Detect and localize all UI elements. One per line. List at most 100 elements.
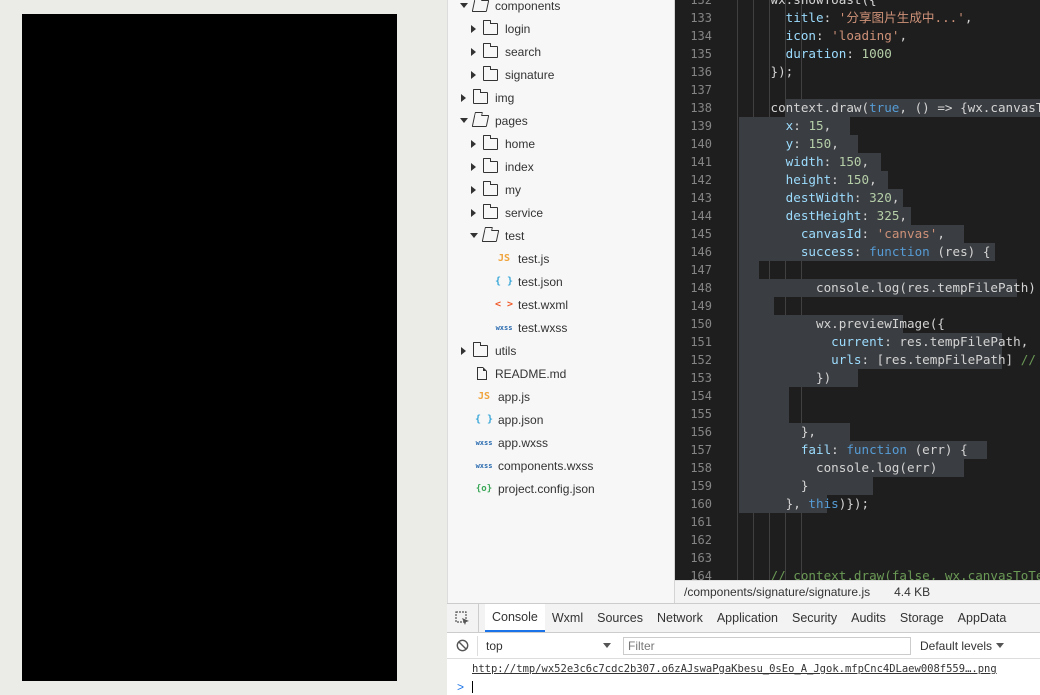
line-number: 138 bbox=[690, 101, 712, 115]
chevron-right-icon[interactable] bbox=[459, 93, 468, 102]
tree-file[interactable]: {o} project.config.json bbox=[448, 477, 674, 500]
code-editor[interactable]: 132 wx.showToast({133 title: '分享图片生成中...… bbox=[675, 0, 1040, 580]
file-path: /components/signature/signature.js bbox=[684, 585, 871, 599]
code-text: wx.previewImage({ bbox=[725, 316, 945, 331]
tree-item-label: test.json bbox=[518, 274, 563, 289]
tree-item-label: test.wxss bbox=[518, 320, 568, 335]
tree-folder-utils[interactable]: utils bbox=[448, 339, 674, 362]
temp-file-link[interactable]: http://tmp/wx52e3c6c7cdc2b307.o6zAJswaPg… bbox=[472, 663, 997, 675]
chevron-right-icon[interactable] bbox=[469, 139, 478, 148]
tree-folder-pages[interactable]: pages bbox=[448, 109, 674, 132]
line-number: 141 bbox=[690, 155, 712, 169]
line-number: 139 bbox=[690, 119, 712, 133]
chevron-down-icon[interactable] bbox=[459, 116, 468, 125]
chevron-down-icon[interactable] bbox=[459, 1, 468, 10]
simulator-screen[interactable] bbox=[22, 14, 397, 681]
tab-storage[interactable]: Storage bbox=[893, 604, 951, 632]
tree-folder-signature[interactable]: signature bbox=[448, 63, 674, 86]
document-icon bbox=[477, 367, 487, 380]
code-text: success: function (res) { bbox=[800, 244, 991, 259]
chevron-down-icon bbox=[996, 643, 1005, 648]
code-text: console.log(res.tempFilePath) bbox=[725, 280, 1036, 295]
editor-status-bar: /components/signature/signature.js 4.4 K… bbox=[675, 580, 1040, 603]
context-select[interactable]: top bbox=[477, 635, 617, 656]
code-line: 139 x: 15, bbox=[675, 117, 1040, 135]
tree-folder-index[interactable]: index bbox=[448, 155, 674, 178]
tab-application[interactable]: Application bbox=[710, 604, 785, 632]
code-text: canvasId: 'canvas', bbox=[800, 226, 945, 241]
tree-folder-login[interactable]: login bbox=[448, 17, 674, 40]
tree-item-label: img bbox=[495, 90, 515, 105]
line-number: 140 bbox=[690, 137, 712, 151]
tree-file[interactable]: README.md bbox=[448, 362, 674, 385]
tree-item-label: app.json bbox=[498, 412, 544, 427]
tree-file[interactable]: wxss test.wxss bbox=[448, 316, 674, 339]
code-line: 159 } bbox=[675, 477, 1040, 495]
tab-audits[interactable]: Audits bbox=[844, 604, 893, 632]
line-number: 158 bbox=[690, 461, 712, 475]
tab-console[interactable]: Console bbox=[485, 604, 545, 632]
code-text: height: 150, bbox=[785, 172, 877, 187]
line-number: 160 bbox=[690, 497, 712, 511]
code-line: 162 bbox=[675, 531, 1040, 549]
code-line: 144 destHeight: 325, bbox=[675, 207, 1040, 225]
text-cursor bbox=[472, 681, 474, 693]
code-line: 146 success: function (res) { bbox=[675, 243, 1040, 261]
filter-input[interactable] bbox=[623, 636, 911, 655]
tree-folder-img[interactable]: img bbox=[448, 86, 674, 109]
tree-file[interactable]: wxss components.wxss bbox=[448, 454, 674, 477]
tree-file[interactable]: JS app.js bbox=[448, 385, 674, 408]
clear-console-icon[interactable] bbox=[447, 639, 477, 652]
line-number: 136 bbox=[690, 65, 712, 79]
inspect-element-icon[interactable] bbox=[447, 604, 479, 632]
tree-folder-my[interactable]: my bbox=[448, 178, 674, 201]
tab-network[interactable]: Network bbox=[650, 604, 710, 632]
tab-security[interactable]: Security bbox=[785, 604, 844, 632]
chevron-right-icon[interactable] bbox=[469, 70, 478, 79]
code-text: }); bbox=[725, 64, 794, 79]
code-line: 163 bbox=[675, 549, 1040, 567]
chevron-right-icon[interactable] bbox=[469, 162, 478, 171]
tree-file[interactable]: < > test.wxml bbox=[448, 293, 674, 316]
log-levels-value: Default levels bbox=[920, 638, 993, 653]
code-line: 142 height: 150, bbox=[675, 171, 1040, 189]
line-number: 163 bbox=[690, 551, 712, 565]
tab-sources[interactable]: Sources bbox=[590, 604, 650, 632]
line-number: 142 bbox=[690, 173, 712, 187]
code-text: // context.draw(false, wx.canvasToTempFi… bbox=[770, 568, 1040, 580]
tree-folder-service[interactable]: service bbox=[448, 201, 674, 224]
tab-appdata[interactable]: AppData bbox=[951, 604, 1014, 632]
code-line: 149 bbox=[675, 297, 1040, 315]
log-levels-select[interactable]: Default levels bbox=[920, 638, 1005, 653]
chevron-right-icon[interactable] bbox=[469, 185, 478, 194]
tree-file[interactable]: wxss app.wxss bbox=[448, 431, 674, 454]
js-file-icon: JS bbox=[477, 391, 491, 402]
chevron-right-icon[interactable] bbox=[469, 208, 478, 217]
tree-file[interactable]: { } test.json bbox=[448, 270, 674, 293]
chevron-right-icon[interactable] bbox=[469, 47, 478, 56]
chevron-down-icon[interactable] bbox=[469, 231, 478, 240]
wxss-file-icon: wxss bbox=[495, 323, 513, 332]
tree-item-label: app.wxss bbox=[498, 435, 549, 450]
tree-item-label: test.js bbox=[518, 251, 550, 266]
tree-item-label: app.js bbox=[498, 389, 531, 404]
json-file-icon: { } bbox=[474, 414, 494, 425]
wxss-file-icon: wxss bbox=[475, 461, 493, 470]
tree-folder-components[interactable]: components bbox=[448, 0, 674, 17]
code-text: }, this)}); bbox=[725, 496, 870, 511]
tree-file[interactable]: { } app.json bbox=[448, 408, 674, 431]
code-line: 145 canvasId: 'canvas', bbox=[675, 225, 1040, 243]
chevron-right-icon[interactable] bbox=[469, 24, 478, 33]
code-line: 156 }, bbox=[675, 423, 1040, 441]
tab-wxml[interactable]: Wxml bbox=[545, 604, 590, 632]
folder-icon bbox=[473, 88, 488, 104]
console-prompt[interactable]: > bbox=[447, 679, 1040, 695]
chevron-right-icon[interactable] bbox=[459, 346, 468, 355]
tree-folder-search[interactable]: search bbox=[448, 40, 674, 63]
tree-file[interactable]: JS test.js bbox=[448, 247, 674, 270]
tree-folder-test[interactable]: test bbox=[448, 224, 674, 247]
tree-item-label: home bbox=[505, 136, 536, 151]
code-line: 155 bbox=[675, 405, 1040, 423]
folder-icon bbox=[483, 65, 498, 81]
tree-folder-home[interactable]: home bbox=[448, 132, 674, 155]
